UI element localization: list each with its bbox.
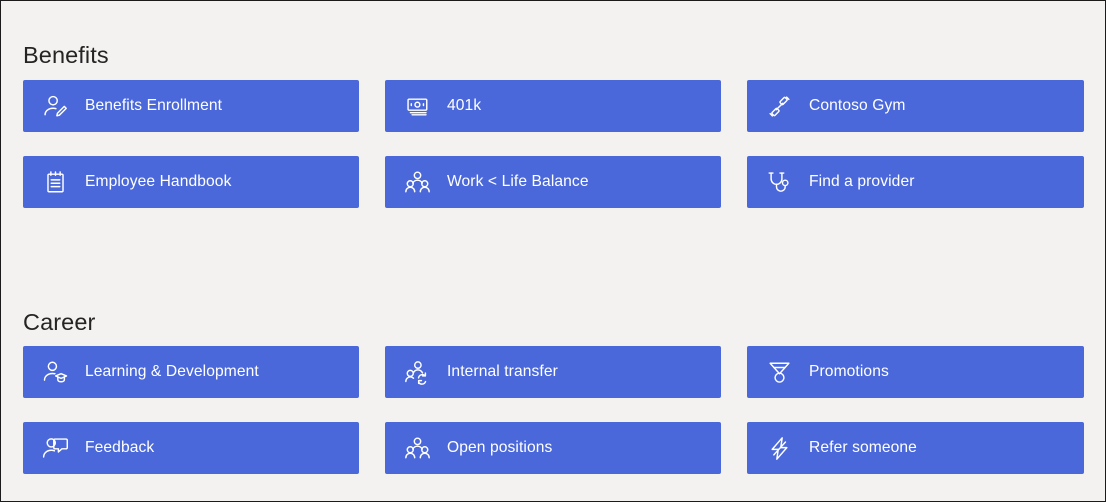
tile-learning-and-development[interactable]: Learning & Development [23,346,359,398]
lightning-bolt-icon [764,433,794,463]
tile-label: Promotions [809,363,889,380]
tile-label: Open positions [447,439,553,456]
tile-label: Refer someone [809,439,917,456]
tile-label: Feedback [85,439,155,456]
tile-open-positions[interactable]: Open positions [385,422,721,474]
tile-internal-transfer[interactable]: Internal transfer [385,346,721,398]
career-tile-grid: Learning & Development Internal transfer [23,346,1084,474]
medal-icon [764,357,794,387]
tile-label: Internal transfer [447,363,558,380]
career-section: Career Learning & Development Internal t… [1,1,1105,501]
hr-quick-links-panel: Benefits Benefits Enrollment 401k Contos… [0,0,1106,502]
tile-promotions[interactable]: Promotions [747,346,1084,398]
people-group-icon [402,433,432,463]
people-sync-icon [402,357,432,387]
person-feedback-icon [40,433,70,463]
tile-label: Learning & Development [85,363,259,380]
career-section-heading: Career [23,308,96,335]
tile-refer-someone[interactable]: Refer someone [747,422,1084,474]
person-graduation-icon [40,357,70,387]
tile-feedback[interactable]: Feedback [23,422,359,474]
